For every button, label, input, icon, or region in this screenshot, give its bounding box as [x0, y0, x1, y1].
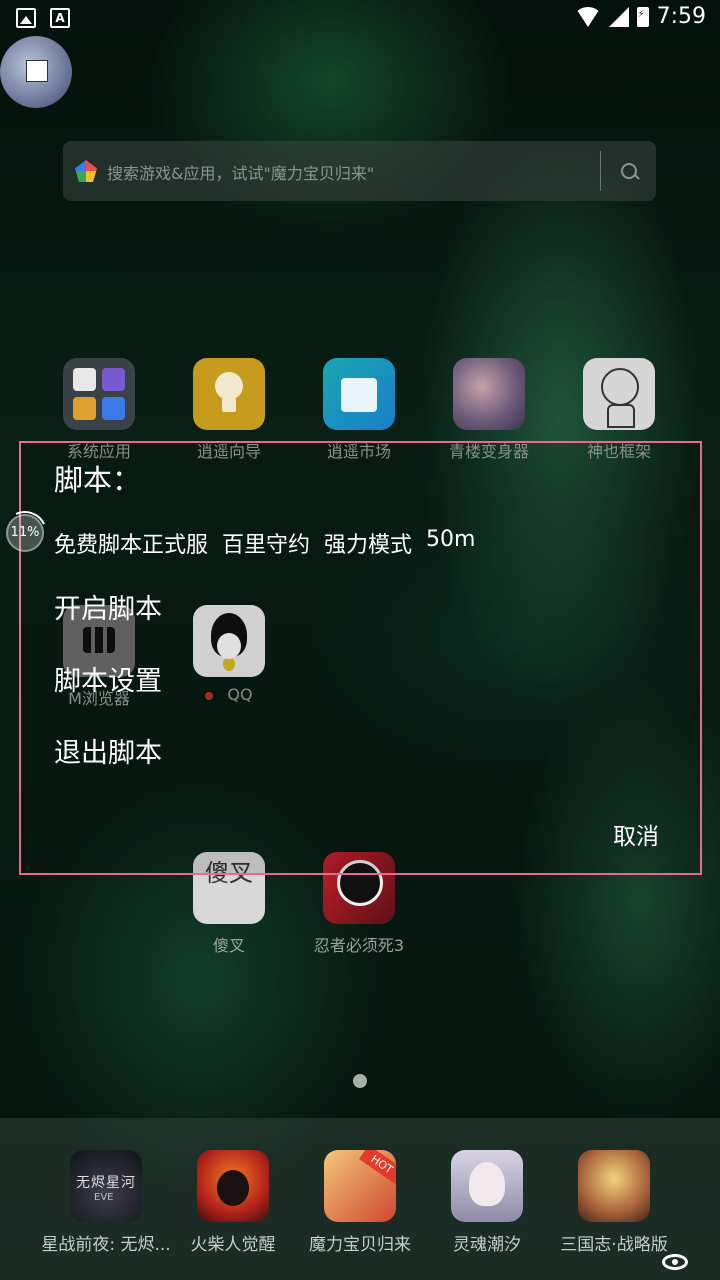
dock: 星战前夜: 无烬... 火柴人觉醒 魔力宝贝归来 灵魂潮汐 三国志·战略版 [0, 1118, 720, 1280]
stop-icon [26, 60, 48, 82]
stickman-icon [197, 1150, 269, 1222]
dock-app-three-kingdoms[interactable]: 三国志·战略版 [554, 1150, 674, 1255]
anime-girl-icon [453, 358, 525, 430]
script-mode: 强力模式 [324, 533, 413, 558]
search-divider [600, 151, 601, 191]
search-placeholder: 搜索游戏&应用，试试"魔力宝贝归来" [107, 164, 375, 183]
gallery-notification-icon [16, 8, 36, 28]
crossgate-icon [324, 1150, 396, 1222]
three-kingdoms-icon [578, 1150, 650, 1222]
dock-app-soul-tide[interactable]: 灵魂潮汐 [432, 1150, 542, 1255]
dock-app-eve[interactable]: 星战前夜: 无烬... [26, 1150, 186, 1255]
app-label: 灵魂潮汐 [453, 1235, 521, 1255]
store-bag-icon [323, 358, 395, 430]
floating-script-button[interactable] [0, 36, 72, 108]
app-label: 傻叉 [212, 936, 245, 955]
font-notification-icon: A [50, 8, 70, 28]
lightbulb-icon [193, 358, 265, 430]
search-bar[interactable]: 搜索游戏&应用，试试"魔力宝贝归来" [63, 141, 656, 201]
app-label: 三国志·战略版 [560, 1235, 668, 1255]
app-label: 魔力宝贝归来 [309, 1235, 411, 1255]
system-apps-icon [63, 358, 135, 430]
start-script-item[interactable]: 开启脚本 [54, 587, 162, 626]
battery-charging-icon [636, 6, 649, 27]
script-server: 免费脚本正式服 [54, 533, 209, 558]
progress-indicator: 11% [6, 514, 44, 552]
script-duration: 50m [426, 527, 476, 552]
app-label: 火柴人觉醒 [190, 1235, 276, 1255]
dialog-title: 脚本： [54, 463, 142, 497]
wifi-icon [574, 6, 601, 27]
script-hero: 百里守约 [222, 533, 311, 558]
signal-icon [608, 6, 629, 27]
app-label: 忍者必须死3 [313, 936, 405, 955]
status-time: 7:59 [656, 4, 706, 29]
script-settings-item[interactable]: 脚本设置 [54, 659, 162, 698]
app-label: 星战前夜: 无烬... [41, 1235, 171, 1255]
eye-icon[interactable] [662, 1254, 688, 1270]
app-store-logo-icon [75, 160, 97, 182]
search-icon[interactable] [621, 163, 637, 179]
dock-app-stickman[interactable]: 火柴人觉醒 [178, 1150, 288, 1255]
exit-script-item[interactable]: 退出脚本 [54, 731, 162, 770]
script-info: 免费脚本正式服 百里守约 强力模式 50m [54, 527, 475, 559]
soul-tide-icon [451, 1150, 523, 1222]
cancel-button[interactable]: 取消 [613, 817, 659, 851]
page-indicator [353, 1074, 367, 1088]
sketch-character-icon [583, 358, 655, 430]
dock-app-crossgate[interactable]: 魔力宝贝归来 [300, 1150, 420, 1255]
status-bar: A 7:59 [0, 0, 720, 36]
eve-icon [70, 1150, 142, 1222]
script-dialog: 脚本： 免费脚本正式服 百里守约 强力模式 50m 开启脚本 脚本设置 退出脚本… [19, 441, 702, 875]
